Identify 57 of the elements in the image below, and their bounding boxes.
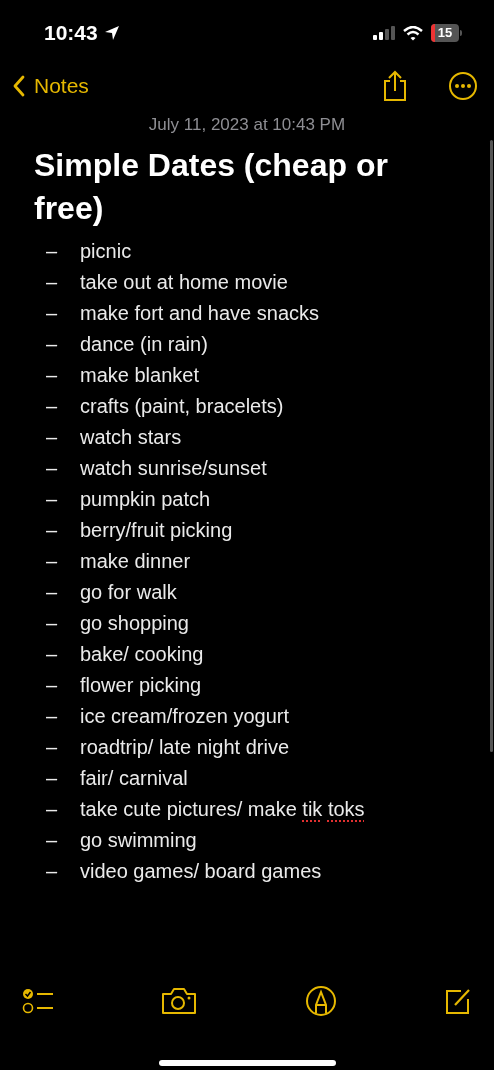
location-arrow-icon xyxy=(103,25,120,41)
bullet-dash: – xyxy=(45,642,59,667)
list-item: fair/ carnival xyxy=(80,766,188,791)
back-button[interactable]: Notes xyxy=(12,70,89,102)
note-date: July 11, 2023 at 10:43 PM xyxy=(147,114,347,136)
bullet-dash: – xyxy=(45,518,59,543)
bullet-dash: – xyxy=(45,332,59,357)
list-item: picnic xyxy=(80,239,132,264)
checklist-icon[interactable] xyxy=(22,987,54,1015)
list-item: go shopping xyxy=(80,611,189,636)
bullet-dash: – xyxy=(45,239,59,264)
wifi-icon xyxy=(403,25,423,41)
bullet-dash: – xyxy=(45,797,59,822)
bullet-dash: – xyxy=(45,673,59,698)
list-item: crafts (paint, bracelets) xyxy=(80,394,284,419)
bullet-dash: – xyxy=(45,549,59,574)
compose-icon[interactable] xyxy=(444,987,472,1015)
markup-pen-icon[interactable] xyxy=(304,985,337,1017)
list-item: watch stars xyxy=(80,425,182,450)
chevron-left-icon xyxy=(12,75,26,97)
list-item: flower picking xyxy=(80,673,202,698)
bullet-dash: – xyxy=(45,270,59,295)
list-item: bake/ cooking xyxy=(80,642,204,667)
list-item: make dinner xyxy=(80,549,191,574)
bullet-dash: – xyxy=(45,456,59,481)
list-item: pumpkin patch xyxy=(80,487,211,512)
list-item: go for walk xyxy=(80,580,177,605)
bullet-dash: – xyxy=(45,828,59,853)
bullet-dash: – xyxy=(45,611,59,636)
status-time: 10:43 xyxy=(44,20,98,47)
bullet-dash: – xyxy=(45,301,59,326)
bullet-dash: – xyxy=(45,394,59,419)
note-title: Simple Dates (cheap or free) xyxy=(33,145,389,228)
list-item: watch sunrise/sunset xyxy=(80,456,267,481)
bullet-dash: – xyxy=(45,766,59,791)
list-item: video games/ board games xyxy=(80,859,322,884)
list-item: make blanket xyxy=(80,363,199,388)
list-item: go swimming xyxy=(80,828,197,853)
list-item: dance (in rain) xyxy=(80,332,208,357)
bullet-dash: – xyxy=(45,425,59,450)
bullet-dash: – xyxy=(45,580,59,605)
list-item: make fort and have snacks xyxy=(80,301,319,326)
camera-icon[interactable] xyxy=(161,987,198,1015)
bullet-dash: – xyxy=(45,363,59,388)
share-icon[interactable] xyxy=(382,70,408,102)
bullet-dash: – xyxy=(45,735,59,760)
list-item: berry/fruit picking xyxy=(80,518,233,543)
list-item: take cute pictures/ make tik toks xyxy=(80,797,365,822)
list-item: roadtrip/ late night drive xyxy=(80,735,289,760)
bullet-dash: – xyxy=(45,487,59,512)
more-options-icon[interactable] xyxy=(448,71,478,101)
list-item: ice cream/frozen yogurt xyxy=(80,704,289,729)
signal-icon xyxy=(373,26,395,40)
bullet-dash: – xyxy=(45,859,59,884)
bullet-dash: – xyxy=(45,704,59,729)
battery-indicator: 15 xyxy=(431,24,462,42)
list-item: take out at home movie xyxy=(80,270,288,295)
